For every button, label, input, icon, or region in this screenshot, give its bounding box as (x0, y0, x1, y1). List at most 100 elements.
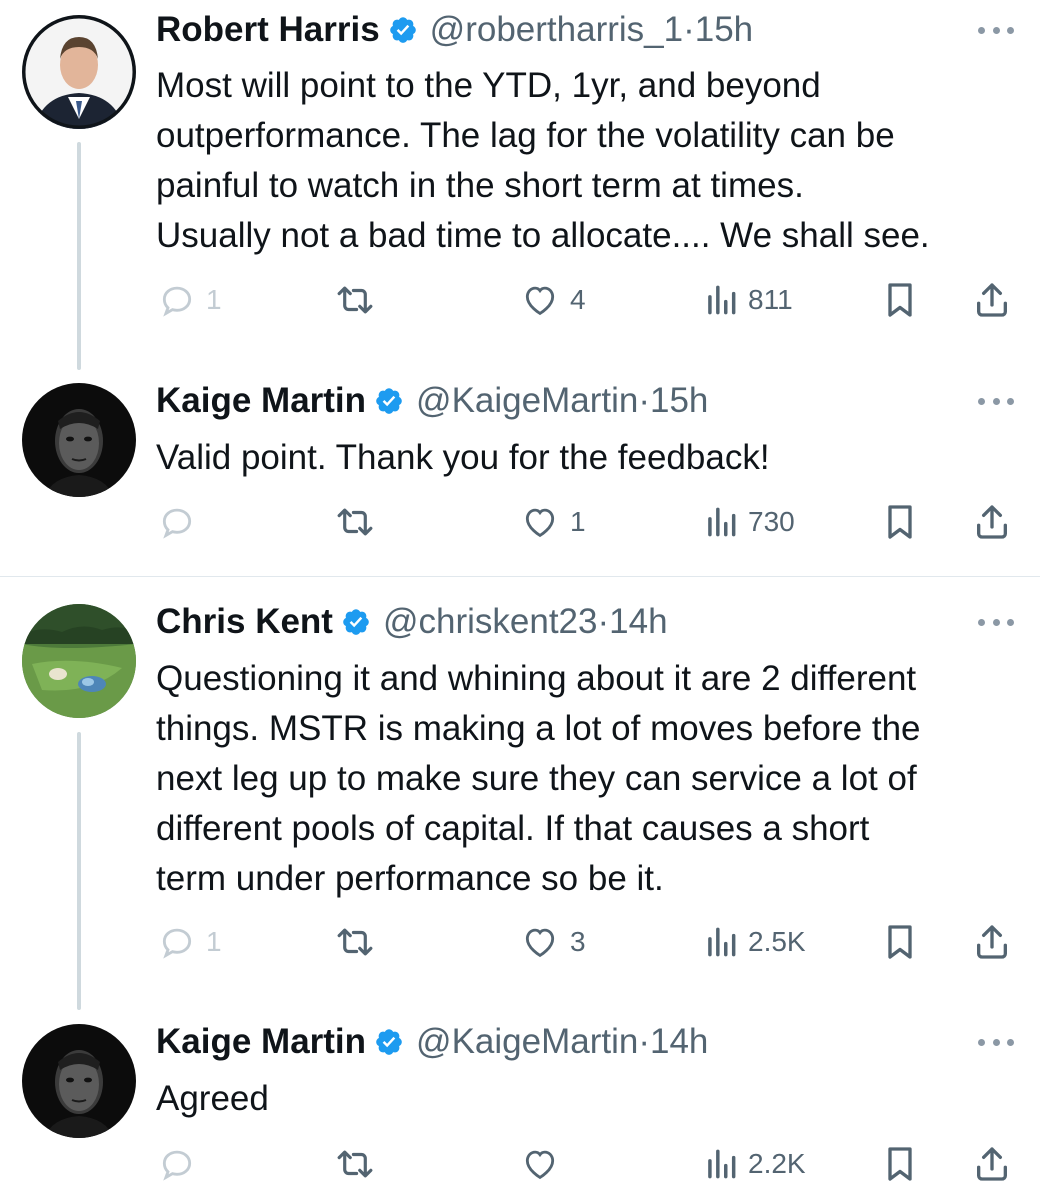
more-options-icon[interactable] (978, 616, 1014, 628)
views-icon (708, 507, 736, 537)
like-button[interactable]: 3 (520, 922, 586, 962)
bookmark-button[interactable] (882, 922, 918, 962)
like-button[interactable]: 4 (520, 280, 586, 320)
tweet-header: Robert Harris @robertharris_1 · 15h (156, 8, 753, 52)
share-button[interactable] (972, 1144, 1012, 1184)
tweet-text: Agreed (156, 1074, 1026, 1124)
share-button[interactable] (972, 502, 1012, 542)
bookmark-button[interactable] (882, 280, 918, 320)
meta-separator: · (638, 1022, 650, 1061)
reply-button[interactable] (158, 1144, 206, 1184)
reply-thread-feed: Robert Harris @robertharris_1 · 15h Most… (0, 0, 1040, 1200)
tweet-actions: 1 4 811 (0, 280, 1040, 320)
views-icon (708, 285, 736, 315)
view-count: 2.2K (748, 1148, 806, 1179)
view-count: 730 (748, 506, 795, 537)
retweet-button[interactable] (334, 280, 376, 320)
tweet-header: Chris Kent @chriskent23 · 14h (156, 600, 668, 644)
retweet-button[interactable] (334, 922, 376, 962)
text-line: Valid point. Thank you for the feedback! (156, 438, 770, 477)
verified-badge-icon (388, 15, 418, 45)
like-button[interactable] (520, 1144, 570, 1184)
verified-badge-icon (374, 386, 404, 416)
conversation-divider (0, 576, 1040, 577)
like-icon (525, 286, 555, 316)
views-button[interactable]: 2.5K (704, 922, 806, 962)
tweet-actions: 1 730 (0, 502, 1040, 542)
tweet-actions: 1 3 2.5K (0, 922, 1040, 962)
more-options-icon[interactable] (978, 395, 1014, 407)
reply-count: 1 (206, 284, 222, 315)
avatar[interactable] (22, 604, 136, 718)
verified-badge-icon (374, 1027, 404, 1057)
like-icon (525, 928, 555, 958)
meta-separator: · (597, 602, 610, 641)
view-count: 2.5K (748, 926, 806, 957)
tweet[interactable]: Robert Harris @robertharris_1 · 15h Most… (0, 0, 1040, 360)
author-name[interactable]: Robert Harris (156, 8, 380, 52)
tweet-text: Most will point to the YTD, 1yr, and bey… (156, 61, 1026, 261)
text-line: different pools of capital. If that caus… (156, 809, 870, 848)
like-icon (525, 1150, 555, 1180)
reply-button[interactable]: 1 (158, 922, 222, 962)
bookmark-icon (888, 505, 912, 539)
timestamp[interactable]: 15h (650, 379, 708, 423)
share-icon (977, 505, 1007, 539)
timestamp[interactable]: 15h (695, 8, 753, 52)
bookmark-button[interactable] (882, 502, 918, 542)
tweet-actions: 2.2K (0, 1144, 1040, 1184)
verified-badge-icon (341, 607, 371, 637)
views-icon (708, 1149, 736, 1179)
views-button[interactable]: 2.2K (704, 1144, 806, 1184)
author-name[interactable]: Kaige Martin (156, 1020, 366, 1064)
retweet-button[interactable] (334, 1144, 376, 1184)
tweet-text: Valid point. Thank you for the feedback! (156, 433, 1026, 483)
meta-separator: · (638, 381, 650, 420)
retweet-button[interactable] (334, 502, 376, 542)
avatar[interactable] (22, 1024, 136, 1138)
retweet-icon (337, 508, 373, 536)
text-line: painful to watch in the short term at ti… (156, 166, 804, 205)
reply-button[interactable] (158, 502, 206, 542)
reply-icon (162, 928, 192, 959)
reply-icon (162, 286, 192, 317)
tweet[interactable]: Kaige Martin @KaigeMartin · 15h Valid po… (0, 370, 1040, 570)
retweet-icon (337, 1150, 373, 1178)
text-line: Agreed (156, 1079, 269, 1118)
author-handle[interactable]: @KaigeMartin (416, 1020, 638, 1064)
views-button[interactable]: 730 (704, 502, 795, 542)
author-name[interactable]: Chris Kent (156, 600, 333, 644)
text-line: Usually not a bad time to allocate.... W… (156, 216, 930, 255)
bookmark-icon (888, 283, 912, 317)
author-name[interactable]: Kaige Martin (156, 379, 366, 423)
view-count: 811 (748, 284, 793, 315)
tweet-header: Kaige Martin @KaigeMartin · 15h (156, 379, 708, 423)
tweet[interactable]: Kaige Martin @KaigeMartin · 14h Agreed 2… (0, 1010, 1040, 1200)
reply-icon (162, 508, 192, 539)
author-handle[interactable]: @chriskent23 (383, 600, 598, 644)
bookmark-button[interactable] (882, 1144, 918, 1184)
reply-count: 1 (206, 926, 222, 957)
avatar[interactable] (22, 15, 136, 129)
text-line: things. MSTR is making a lot of moves be… (156, 709, 921, 748)
more-options-icon[interactable] (978, 1036, 1014, 1048)
timestamp[interactable]: 14h (650, 1020, 708, 1064)
share-icon (977, 925, 1007, 959)
reply-button[interactable]: 1 (158, 280, 222, 320)
views-button[interactable]: 811 (704, 280, 793, 320)
views-icon (708, 927, 736, 957)
retweet-icon (337, 286, 373, 314)
more-options-icon[interactable] (978, 24, 1014, 36)
tweet[interactable]: Chris Kent @chriskent23 · 14h Questionin… (0, 590, 1040, 990)
author-handle[interactable]: @KaigeMartin (416, 379, 638, 423)
timestamp[interactable]: 14h (609, 600, 667, 644)
like-button[interactable]: 1 (520, 502, 586, 542)
like-count: 4 (570, 284, 586, 315)
share-button[interactable] (972, 922, 1012, 962)
like-count: 3 (570, 926, 586, 957)
author-handle[interactable]: @robertharris_1 (430, 8, 683, 52)
text-line: Most will point to the YTD, 1yr, and bey… (156, 66, 821, 105)
avatar[interactable] (22, 383, 136, 497)
reply-icon (162, 1150, 192, 1181)
share-button[interactable] (972, 280, 1012, 320)
